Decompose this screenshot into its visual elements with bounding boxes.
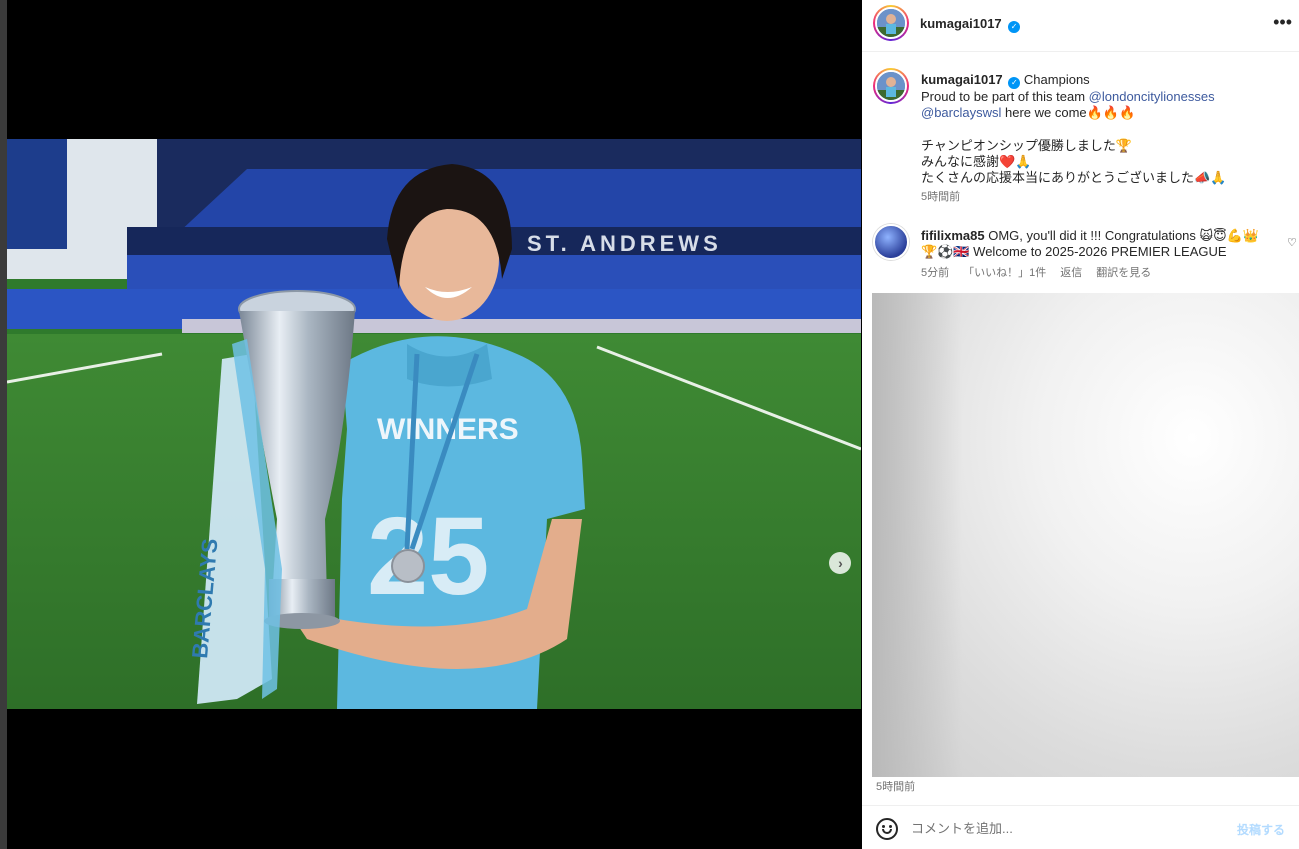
caption-jp-line: みんなに感謝❤️🙏 bbox=[921, 153, 1032, 169]
comment-timestamp: 5分前 bbox=[921, 266, 950, 279]
caption-jp-line: チャンピオンシップ優勝しました🏆 bbox=[921, 137, 1133, 153]
post-photo: ST. ANDREWS BARCLAYS WINNERS 25 › bbox=[7, 139, 861, 709]
comment-actions: 5分前 「いいね！」1件 返信 翻訳を見る bbox=[921, 265, 1266, 281]
more-options-icon[interactable]: ••• bbox=[1273, 13, 1292, 31]
commenter-avatar[interactable] bbox=[873, 224, 909, 260]
photo-illustration: ST. ANDREWS BARCLAYS WINNERS 25 bbox=[7, 139, 861, 709]
chevron-right-icon: › bbox=[838, 555, 843, 571]
caption-title-row: kumagai1017 ✓ Champions bbox=[921, 72, 1281, 89]
media-pane: ST. ANDREWS BARCLAYS WINNERS 25 › bbox=[7, 0, 861, 849]
jersey-number: 25 bbox=[367, 495, 489, 618]
heart-outline-icon[interactable]: ♡ bbox=[1287, 236, 1297, 249]
post-comment-button[interactable]: 投稿する bbox=[1237, 821, 1285, 838]
comment-likes-link[interactable]: 「いいね！」1件 bbox=[963, 265, 1046, 281]
comment-text-line2: 🏆⚽🇬🇧 Welcome to 2025-2026 PREMIER LEAGUE bbox=[921, 244, 1227, 260]
avatar-image bbox=[877, 72, 905, 100]
verified-badge-icon: ✓ bbox=[1008, 77, 1021, 89]
caption-line1: Proud to be part of this team @londoncit… bbox=[921, 89, 1281, 105]
blurred-overlay bbox=[872, 293, 1299, 777]
caption-timestamp: 5時間前 bbox=[921, 191, 961, 204]
post-sidebar: kumagai1017 ✓ ••• kumagai1017 ✓ Champion… bbox=[862, 0, 1299, 849]
mention-link[interactable]: @barclayswsl bbox=[921, 105, 1001, 120]
comment-line1: fifilixma85 OMG, you'll did it !!! Congr… bbox=[921, 228, 1266, 244]
header-username[interactable]: kumagai1017 bbox=[920, 16, 1002, 31]
mention-link[interactable]: @londoncitylionesses bbox=[1089, 89, 1215, 104]
translate-button[interactable]: 翻訳を見る bbox=[1096, 265, 1151, 281]
carousel-next-button[interactable]: › bbox=[829, 552, 851, 574]
post-header: kumagai1017 ✓ ••• bbox=[862, 0, 1299, 52]
caption-body: kumagai1017 ✓ Champions Proud to be part… bbox=[921, 72, 1281, 206]
add-comment-bar: 投稿する bbox=[862, 805, 1299, 849]
author-avatar[interactable] bbox=[873, 5, 909, 41]
caption-jp-line: たくさんの応援本当にありがとうございました📣🙏 bbox=[921, 170, 1227, 186]
reply-button[interactable]: 返信 bbox=[1060, 265, 1082, 281]
caption-avatar[interactable] bbox=[873, 68, 909, 104]
caption-text: Proud to be part of this team bbox=[921, 89, 1086, 104]
verified-badge-icon: ✓ bbox=[1008, 21, 1021, 33]
caption-line2: @barclayswsl here we come🔥🔥🔥 bbox=[921, 105, 1281, 121]
post-timestamp: 5時間前 bbox=[876, 781, 916, 793]
comment-input[interactable] bbox=[911, 818, 1231, 838]
caption-username[interactable]: kumagai1017 bbox=[921, 72, 1003, 87]
comment-body: fifilixma85 OMG, you'll did it !!! Congr… bbox=[921, 228, 1266, 281]
comment-text: OMG, you'll did it !!! Congratulations 🙀… bbox=[988, 228, 1259, 243]
stadium-sign: ST. ANDREWS bbox=[527, 231, 722, 256]
caption-text: here we come🔥🔥🔥 bbox=[1005, 105, 1136, 121]
caption-title: Champions bbox=[1023, 72, 1090, 87]
emoji-smile-icon[interactable] bbox=[876, 818, 898, 840]
commenter-username[interactable]: fifilixma85 bbox=[921, 228, 985, 243]
window-edge bbox=[0, 0, 7, 849]
avatar-image bbox=[877, 9, 905, 37]
header-username-row: kumagai1017 ✓ bbox=[920, 15, 1021, 33]
